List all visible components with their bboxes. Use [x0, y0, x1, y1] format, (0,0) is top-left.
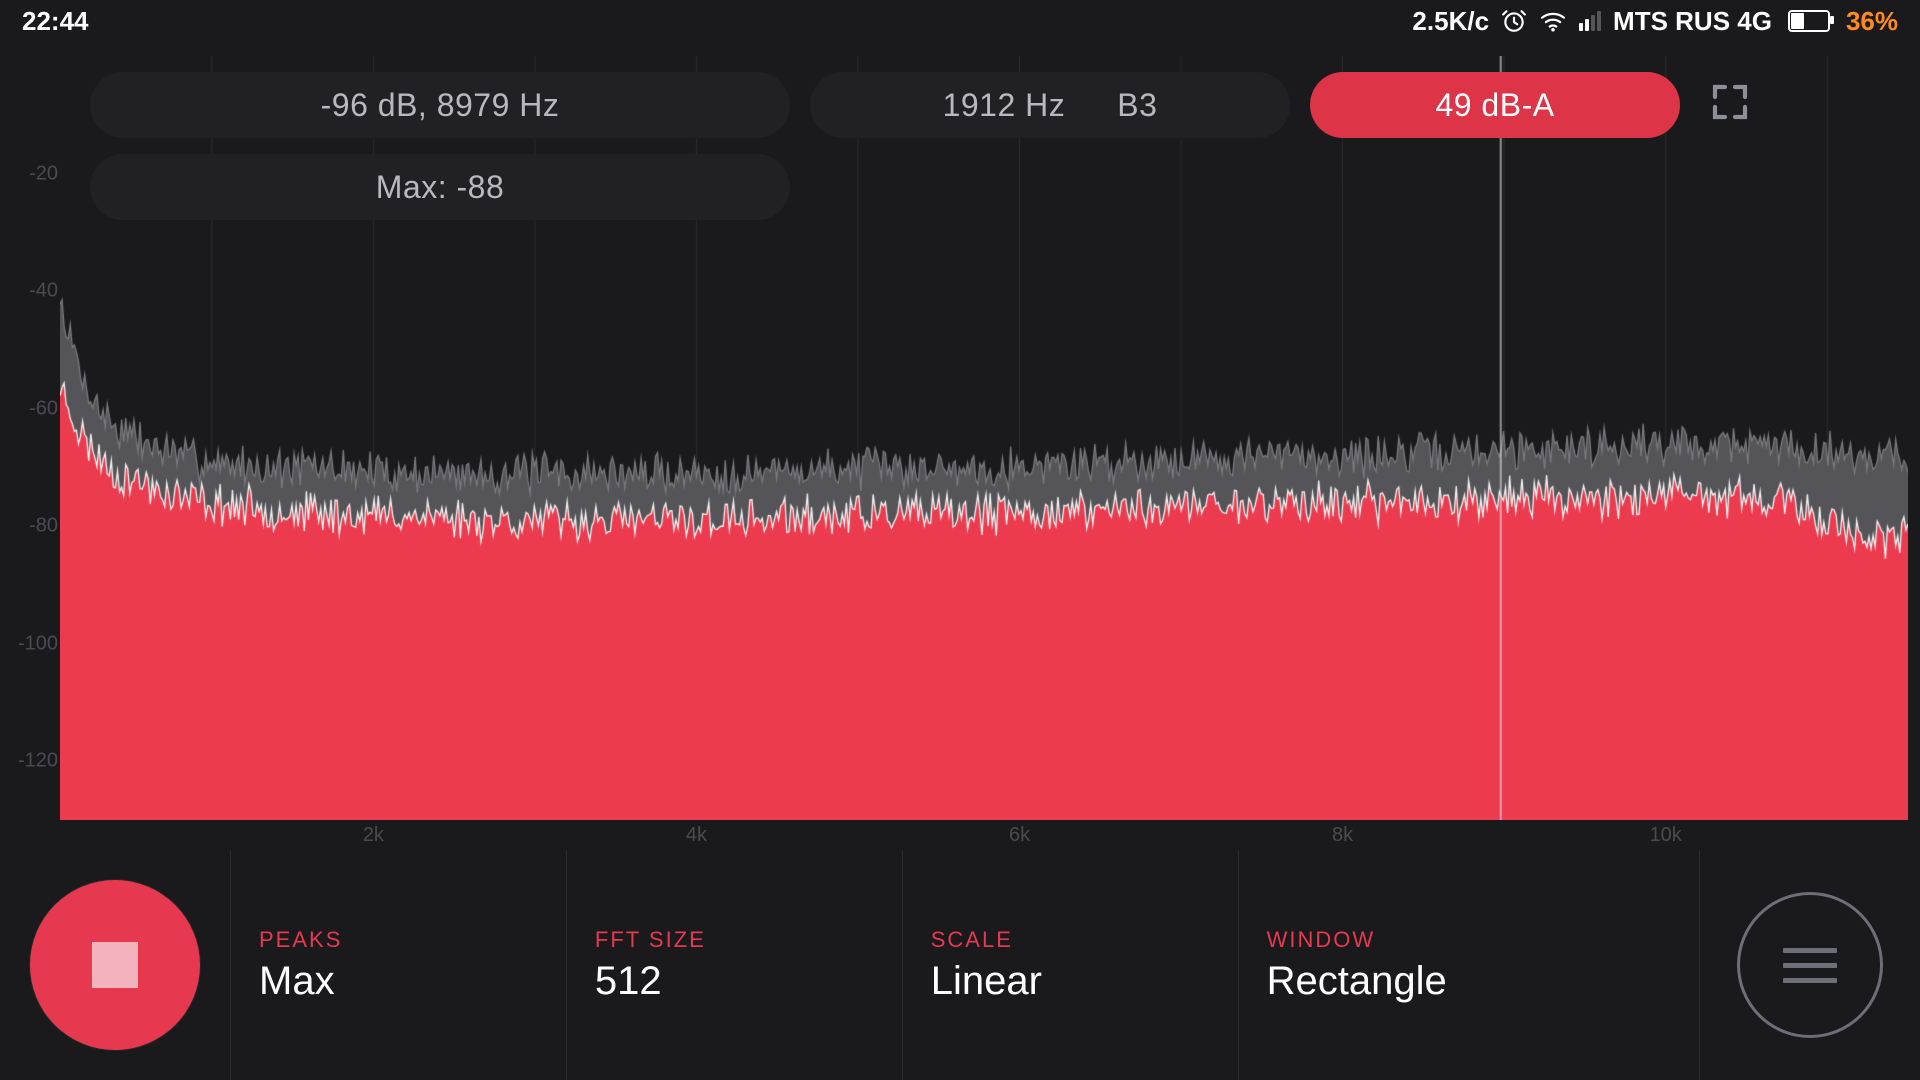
net-speed: 2.5K/c — [1412, 6, 1489, 37]
readout-row: -96 dB, 8979 Hz Max: -88 1912 Hz B3 49 d… — [90, 72, 1828, 220]
spl-text: 49 dB-A — [1435, 87, 1554, 124]
param-window-value: Rectangle — [1267, 959, 1671, 1004]
alarm-icon — [1501, 8, 1527, 34]
x-axis-labels: 2k4k6k8k10k — [60, 824, 1908, 848]
y-axis-labels: -20-40-60-80-100-120 — [8, 56, 58, 820]
param-scale[interactable]: SCALE Linear — [902, 850, 1238, 1080]
fullscreen-icon — [1710, 82, 1750, 122]
record-wrap — [0, 850, 230, 1080]
carrier-label: MTS RUS 4G — [1613, 6, 1772, 37]
param-fft-value: 512 — [595, 959, 874, 1004]
marker-freq-text: 1912 Hz — [943, 87, 1066, 124]
param-scale-value: Linear — [931, 959, 1210, 1004]
readout-cursor-text: -96 dB, 8979 Hz — [321, 87, 560, 124]
status-bar: 22:44 2.5K/c MTS RUS 4G 36% — [0, 0, 1920, 42]
readout-marker[interactable]: 1912 Hz B3 — [810, 72, 1290, 138]
param-fft[interactable]: FFT SIZE 512 — [566, 850, 902, 1080]
param-window[interactable]: WINDOW Rectangle — [1238, 850, 1699, 1080]
menu-icon — [1783, 948, 1837, 953]
param-fft-label: FFT SIZE — [595, 927, 874, 953]
readout-spl[interactable]: 49 dB-A — [1310, 72, 1680, 138]
bottom-bar: PEAKS Max FFT SIZE 512 SCALE Linear WIND… — [0, 850, 1920, 1080]
wifi-icon — [1539, 10, 1567, 32]
signal-icon — [1579, 11, 1601, 31]
marker-note-text: B3 — [1117, 87, 1157, 124]
menu-button[interactable] — [1737, 892, 1883, 1038]
param-peaks-label: PEAKS — [259, 927, 538, 953]
readout-max-text: Max: -88 — [376, 169, 504, 206]
clock: 22:44 — [22, 6, 89, 37]
fullscreen-button[interactable] — [1700, 72, 1760, 132]
battery-pct: 36% — [1846, 6, 1898, 37]
record-stop-button[interactable] — [30, 880, 200, 1050]
param-peaks-value: Max — [259, 959, 538, 1004]
stop-icon — [92, 942, 138, 988]
readout-max[interactable]: Max: -88 — [90, 154, 790, 220]
param-peaks[interactable]: PEAKS Max — [230, 850, 566, 1080]
param-scale-label: SCALE — [931, 927, 1210, 953]
menu-wrap — [1699, 850, 1920, 1080]
readout-cursor[interactable]: -96 dB, 8979 Hz — [90, 72, 790, 138]
params-row: PEAKS Max FFT SIZE 512 SCALE Linear WIND… — [230, 850, 1699, 1080]
battery-icon — [1784, 10, 1834, 32]
param-window-label: WINDOW — [1267, 927, 1671, 953]
status-right: 2.5K/c MTS RUS 4G 36% — [1412, 6, 1898, 37]
